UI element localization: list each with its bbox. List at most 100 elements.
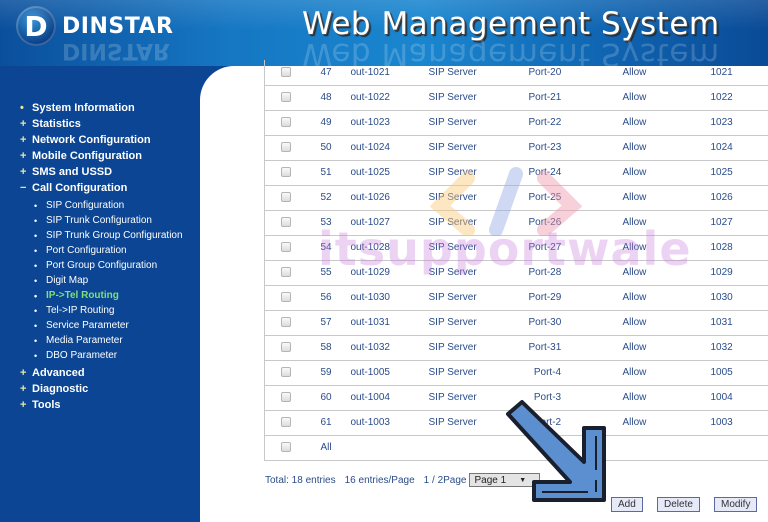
route-action: Allow <box>604 160 691 186</box>
route-number: 1004 <box>690 385 768 411</box>
delete-button[interactable]: Delete <box>657 497 700 512</box>
logo-glyph: D <box>24 9 48 43</box>
bullet-icon: • <box>34 335 38 346</box>
brand-name: DINSTAR <box>62 13 174 39</box>
sidebar-item-system-information[interactable]: • System Information <box>20 100 183 116</box>
route-port: Port-31 <box>516 335 605 361</box>
sidebar-item-dbo-parameter[interactable]: • DBO Parameter <box>34 348 183 363</box>
row-checkbox[interactable] <box>280 292 291 303</box>
sidebar-item-sms-and-ussd[interactable]: + SMS and USSD <box>20 164 183 180</box>
sidebar: • System Information + Statistics + Network… <box>0 66 200 522</box>
row-checkbox[interactable] <box>280 367 291 378</box>
route-port: Port-21 <box>516 85 605 111</box>
add-button[interactable]: Add <box>611 497 643 512</box>
route-number: 1027 <box>690 210 768 236</box>
sidebar-item-label: Statistics <box>32 118 81 130</box>
main-content: 47 out-1021 SIP Server Port-20 Allow 1021 48 ou… <box>200 60 768 522</box>
row-checkbox[interactable] <box>280 392 291 403</box>
sidebar-item-port-configuration[interactable]: • Port Configuration <box>34 243 183 258</box>
row-index: 55 <box>306 260 345 286</box>
sidebar-item-label: Mobile Configuration <box>32 150 142 162</box>
route-name: out-1031 <box>344 310 425 336</box>
select-all-checkbox-cell <box>264 435 307 461</box>
empty-cell <box>424 435 517 461</box>
bullet-icon: • <box>34 260 38 271</box>
sidebar-item-label: Tools <box>32 399 61 411</box>
row-checkbox[interactable] <box>280 67 291 78</box>
expand-plus-icon: + <box>20 383 27 395</box>
route-port: Port-27 <box>516 235 605 261</box>
bullet-icon: • <box>34 215 38 226</box>
sidebar-item-tools[interactable]: + Tools <box>20 397 183 413</box>
expand-plus-icon: + <box>20 166 27 178</box>
row-checkbox[interactable] <box>280 317 291 328</box>
pagination-bar: Total: 18 entries 16 entries/Page 1 / 2P… <box>265 473 541 487</box>
sidebar-item-statistics[interactable]: + Statistics <box>20 116 183 132</box>
sidebar-item-diagnostic[interactable]: + Diagnostic <box>20 381 183 397</box>
sidebar-item-port-group-configuration[interactable]: • Port Group Configuration <box>34 258 183 273</box>
route-number: 1003 <box>690 410 768 436</box>
sidebar-item-label: Call Configuration <box>32 182 128 194</box>
bullet-icon: • <box>34 320 38 331</box>
sidebar-item-sip-trunk-configuration[interactable]: • SIP Trunk Configuration <box>34 213 183 228</box>
table-row: 54 out-1028 SIP Server Port-27 Allow 1028 <box>264 235 768 261</box>
table-row: 59 out-1005 SIP Server Port-4 Allow 1005 <box>264 360 768 386</box>
route-action: Allow <box>604 410 691 436</box>
table-row: 61 out-1003 SIP Server Port-2 Allow 1003 <box>264 410 768 436</box>
table-row: 48 out-1022 SIP Server Port-21 Allow 1022 <box>264 85 768 111</box>
row-checkbox[interactable] <box>280 167 291 178</box>
row-checkbox[interactable] <box>280 417 291 428</box>
route-number: 1029 <box>690 260 768 286</box>
row-checkbox[interactable] <box>280 92 291 103</box>
row-checkbox-cell <box>264 385 307 411</box>
table-row: 52 out-1026 SIP Server Port-25 Allow 1026 <box>264 185 768 211</box>
row-index: 53 <box>306 210 345 236</box>
sidebar-item-advanced[interactable]: + Advanced <box>20 365 183 381</box>
row-checkbox[interactable] <box>280 242 291 253</box>
row-index: 48 <box>306 85 345 111</box>
page-select[interactable]: Page 1 ▼ <box>469 473 541 487</box>
row-index: 47 <box>306 60 345 86</box>
bullet-icon: • <box>34 305 38 316</box>
row-checkbox[interactable] <box>280 142 291 153</box>
route-destination: SIP Server <box>424 110 517 136</box>
route-port: Port-24 <box>516 160 605 186</box>
empty-cell <box>604 435 691 461</box>
row-index: 57 <box>306 310 345 336</box>
route-port: Port-4 <box>516 360 605 386</box>
row-checkbox[interactable] <box>280 217 291 228</box>
sidebar-item-network-configuration[interactable]: + Network Configuration <box>20 132 183 148</box>
sidebar-item-sip-trunk-group-configuration[interactable]: • SIP Trunk Group Configuration <box>34 228 183 243</box>
row-checkbox[interactable] <box>280 267 291 278</box>
sidebar-item-digit-map[interactable]: • Digit Map <box>34 273 183 288</box>
row-index: 58 <box>306 335 345 361</box>
route-name: out-1032 <box>344 335 425 361</box>
sidebar-item-media-parameter[interactable]: • Media Parameter <box>34 333 183 348</box>
bullet-icon: • <box>34 350 38 361</box>
route-destination: SIP Server <box>424 260 517 286</box>
table-row: 50 out-1024 SIP Server Port-23 Allow 1024 <box>264 135 768 161</box>
select-all-checkbox[interactable] <box>280 442 291 453</box>
sidebar-item-service-parameter[interactable]: • Service Parameter <box>34 318 183 333</box>
row-checkbox-cell <box>264 260 307 286</box>
route-destination: SIP Server <box>424 85 517 111</box>
sidebar-item-label: SIP Trunk Group Configuration <box>46 230 183 241</box>
route-port: Port-26 <box>516 210 605 236</box>
sidebar-item-tel-ip-routing[interactable]: • Tel->IP Routing <box>34 303 183 318</box>
route-number: 1030 <box>690 285 768 311</box>
sidebar-item-sip-configuration[interactable]: • SIP Configuration <box>34 198 183 213</box>
modify-button[interactable]: Modify <box>714 497 758 512</box>
page-select-value: Page 1 <box>474 474 507 486</box>
total-entries: Total: 18 entries <box>265 474 336 486</box>
empty-cell <box>344 435 425 461</box>
route-port: Port-22 <box>516 110 605 136</box>
row-index: 54 <box>306 235 345 261</box>
row-checkbox[interactable] <box>280 192 291 203</box>
sidebar-item-label: DBO Parameter <box>46 350 118 361</box>
sidebar-item-call-configuration[interactable]: − Call Configuration <box>20 180 183 196</box>
row-checkbox[interactable] <box>280 117 291 128</box>
sidebar-item-mobile-configuration[interactable]: + Mobile Configuration <box>20 148 183 164</box>
sidebar-item-ip-tel-routing[interactable]: • IP->Tel Routing <box>34 288 183 303</box>
row-checkbox[interactable] <box>280 342 291 353</box>
route-number: 1032 <box>690 335 768 361</box>
